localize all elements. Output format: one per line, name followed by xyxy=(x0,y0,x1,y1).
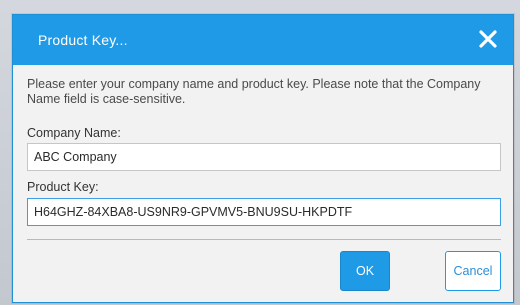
instructions-text: Please enter your company name and produ… xyxy=(27,77,481,106)
separator xyxy=(27,239,501,240)
close-button[interactable] xyxy=(475,26,501,52)
close-icon xyxy=(479,30,497,48)
company-name-label: Company Name: xyxy=(27,126,121,140)
product-key-dialog: Product Key... Please enter your company… xyxy=(12,14,514,303)
dialog-titlebar: Product Key... xyxy=(13,15,513,65)
product-key-label: Product Key: xyxy=(27,180,99,194)
company-name-field[interactable] xyxy=(27,143,501,171)
product-key-field[interactable] xyxy=(27,198,501,226)
cancel-button[interactable]: Cancel xyxy=(445,251,501,291)
ok-button[interactable]: OK xyxy=(340,251,390,291)
dialog-title: Product Key... xyxy=(38,32,128,48)
